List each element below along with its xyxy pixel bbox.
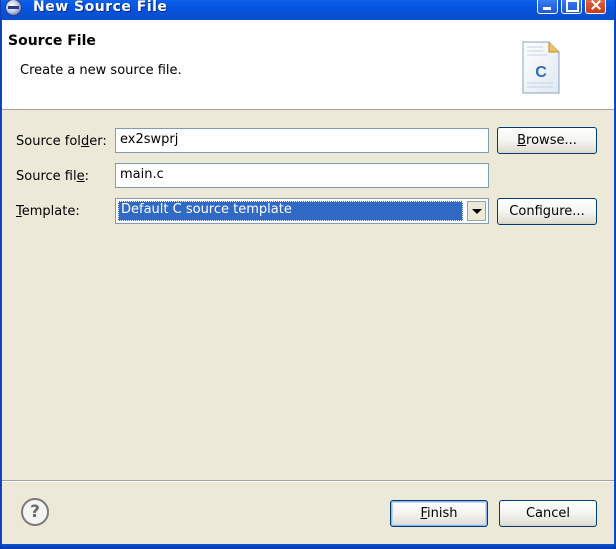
window-title: New Source File	[33, 0, 168, 15]
finish-button[interactable]: Finish	[390, 500, 488, 527]
source-file-input[interactable]: main.c	[115, 163, 489, 188]
maximize-icon[interactable]	[561, 0, 582, 14]
title-bar[interactable]: New Source File	[1, 0, 615, 20]
help-icon[interactable]: ?	[21, 498, 49, 526]
template-label: Template:	[16, 204, 80, 219]
source-folder-label: Source folder:	[16, 134, 107, 149]
template-selected-value[interactable]: Default C source template	[118, 201, 463, 221]
page-description: Create a new source file.	[20, 63, 182, 78]
c-source-file-icon: C	[522, 41, 560, 94]
source-file-label: Source file:	[16, 169, 89, 184]
page-title: Source File	[8, 33, 96, 49]
source-folder-input[interactable]: ex2swprj	[115, 128, 489, 153]
svg-text:C: C	[535, 64, 547, 81]
configure-button[interactable]: Configure...	[497, 198, 597, 225]
minimize-icon[interactable]	[537, 0, 558, 14]
chevron-down-icon[interactable]	[467, 201, 486, 221]
template-select[interactable]: Default C source template	[115, 198, 489, 224]
browse-button[interactable]: Browse...	[497, 127, 597, 154]
eclipse-icon	[5, 0, 22, 16]
new-source-file-dialog: New Source File Source File Create a new…	[0, 0, 616, 549]
cancel-button[interactable]: Cancel	[499, 500, 597, 527]
footer-divider	[2, 480, 614, 482]
close-icon[interactable]	[585, 0, 606, 14]
wizard-header: Source File Create a new source file. C	[2, 20, 614, 110]
dialog-body: Source File Create a new source file. C …	[2, 20, 614, 544]
